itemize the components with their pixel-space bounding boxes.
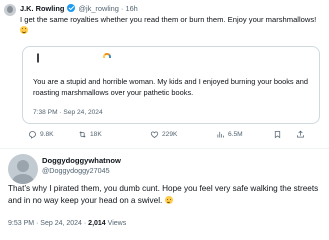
author-name[interactable]: J.K. Rowling [20,4,64,13]
bookmark-button[interactable] [273,130,282,139]
tweet-text: I get the same royalties whether you rea… [20,15,317,24]
smiling-emoji-icon [164,196,173,204]
author-avatar[interactable] [4,4,16,16]
quoted-avatar [33,53,43,63]
reply-text: That’s why I pirated them, you dumb cunt… [8,184,319,205]
share-button[interactable] [296,130,305,139]
quoted-text: You are a stupid and horrible woman. My … [33,77,308,97]
reply-views-count: 2,014 [88,220,106,227]
repost-count: 18K [90,131,102,138]
views-button[interactable]: 6.5M [216,130,243,139]
bookmark-icon [274,131,281,139]
quoted-timestamp: 7:38 PM · Sep 24, 2024 [33,109,103,116]
author-handle[interactable]: @jk_rowling [78,4,118,13]
views-chart-icon [217,131,224,138]
reply-author-handle[interactable]: @Doggydoggy27045 [42,166,110,175]
reply-icon [29,131,36,139]
repost-button[interactable]: 18K [78,130,102,139]
tweet[interactable]: J.K. Rowling @jk_rowling · 16h I get the… [0,0,329,148]
tweet-header: J.K. Rowling @jk_rowling · 16h [20,4,138,14]
rainbow-emoji-icon [103,53,111,58]
reply-author-avatar[interactable] [8,154,38,184]
quoted-tweet[interactable]: You are a stupid and horrible woman. My … [22,46,320,124]
reply-timestamp[interactable]: 9:53 PM · Sep 24, 2024 · [8,220,86,227]
tweet-age[interactable]: 16h [125,4,137,13]
tweet-actions: 9.8K 18K 229K 6.5M [28,130,328,140]
heart-icon [150,131,159,138]
tweet-divider [0,148,329,149]
reply-author-name[interactable]: Doggydoggywhatnow [42,156,121,165]
views-count: 6.5M [228,131,243,138]
tweet-text-block: I get the same royalties whether you rea… [20,15,320,36]
smiling-emoji-icon [20,25,28,34]
repost-icon [79,131,86,138]
reply-views-label: Views [107,220,127,227]
header-separator: · [120,4,124,13]
verified-badge-icon [67,4,76,12]
reply-text-block: That’s why I pirated them, you dumb cunt… [8,183,322,207]
like-button[interactable]: 229K [150,130,177,139]
reply-button[interactable]: 9.8K [28,130,54,139]
reply-count: 9.8K [40,131,54,138]
share-icon [297,130,304,138]
reply-meta: 9:53 PM · Sep 24, 2024 · 2,014 Views [8,220,126,227]
like-count: 229K [162,131,178,138]
